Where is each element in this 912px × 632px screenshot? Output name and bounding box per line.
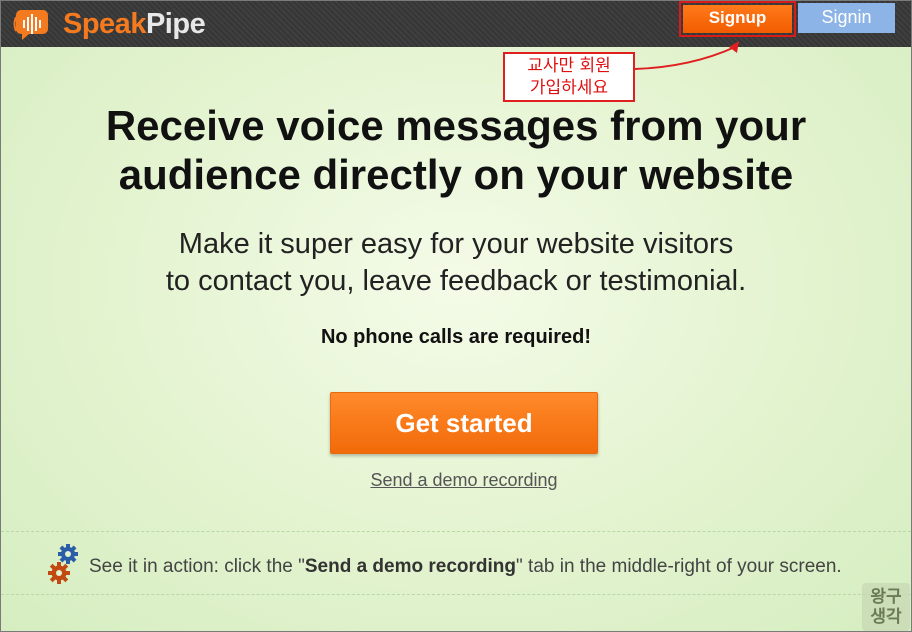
hero-subheadline: Make it super easy for your website visi…: [1, 226, 911, 300]
headline-line-2: audience directly on your website: [118, 151, 794, 198]
send-demo-recording-link[interactable]: Send a demo recording: [1, 470, 912, 491]
annotation-note: 교사만 회원 가입하세요: [503, 52, 635, 102]
get-started-button[interactable]: Get started: [330, 392, 598, 454]
signup-highlight: Signup: [679, 1, 796, 37]
watermark-line-1: 왕구: [870, 587, 902, 607]
watermark-line-2: 생각: [870, 607, 902, 627]
subheadline-line-2: to contact you, leave feedback or testim…: [165, 265, 747, 297]
brand-name-pipe: Pipe: [145, 7, 206, 40]
action-text-prefix: See it in action: click the ": [89, 556, 305, 577]
watermark: 왕구 생각: [862, 583, 910, 631]
signin-button[interactable]: Signin: [798, 3, 895, 33]
top-bar: SpeakPipe Signup Signin: [1, 1, 911, 47]
no-phone-note: No phone calls are required!: [320, 326, 592, 348]
signup-button[interactable]: Signup: [683, 5, 792, 33]
annotation-line-1: 교사만 회원: [527, 56, 611, 76]
divider-top: [1, 531, 911, 532]
brand-name-speak: Speak: [63, 7, 146, 40]
headline-line-1: Receive voice messages from your: [105, 102, 807, 149]
see-it-in-action-text: See it in action: click the "Send a demo…: [89, 556, 842, 578]
annotation-arrow: [634, 41, 739, 70]
action-text-suffix: " tab in the middle-right of your screen…: [516, 556, 842, 577]
hero-headline: Receive voice messages from your audienc…: [1, 101, 911, 199]
gears-icon: [48, 544, 78, 584]
annotation-line-2: 가입하세요: [529, 78, 609, 98]
brand-name: SpeakPipe: [63, 7, 206, 41]
speech-bubble-sound-icon: [13, 7, 51, 41]
action-text-bold: Send a demo recording: [304, 556, 517, 577]
divider-bottom: [1, 594, 911, 595]
subheadline-line-1: Make it super easy for your website visi…: [178, 228, 734, 260]
speakpipe-logo[interactable]: SpeakPipe: [13, 7, 206, 41]
